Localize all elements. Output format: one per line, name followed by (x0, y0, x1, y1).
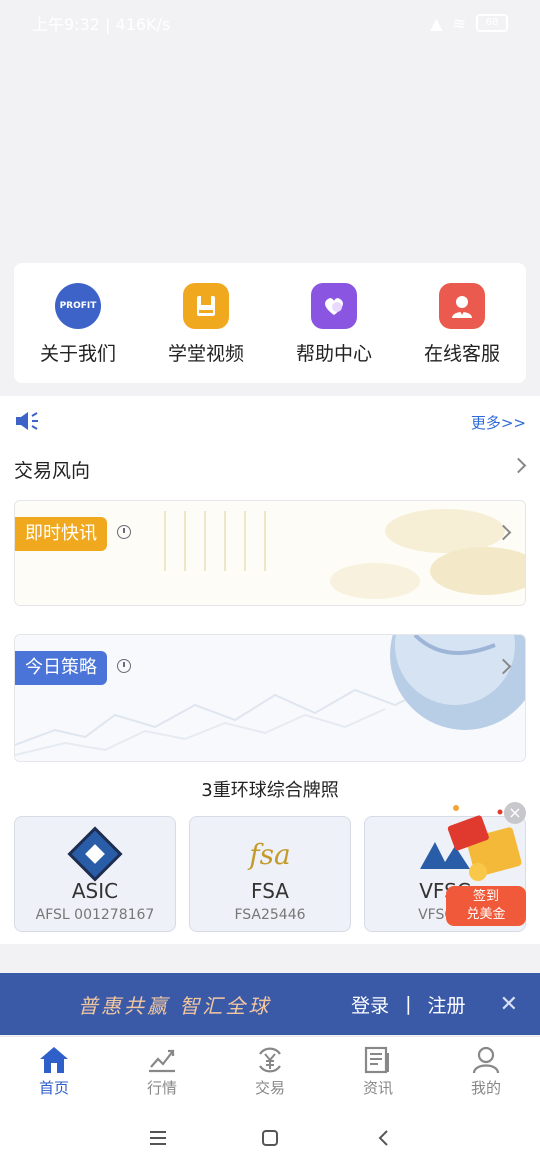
sign-in-label: 签到 兑美金 (446, 886, 526, 926)
license-section-title: 3重环球综合牌照 (201, 780, 339, 801)
wifi-icon: ≋ (452, 13, 466, 33)
fsa-logo-text: fsa (249, 837, 291, 871)
license-code: AFSL 001278167 (35, 907, 155, 923)
yen-exchange-icon (259, 1047, 281, 1073)
battery-icon: 68 (476, 14, 508, 32)
quick-link-online-service[interactable]: 在线客服 (398, 263, 526, 383)
notice-bar: 更多>> (0, 396, 540, 446)
flash-news-card[interactable]: 即时快讯 (14, 500, 526, 606)
daily-strategy-card[interactable]: 今日策略 (14, 634, 526, 762)
tab-label: 行情 (146, 1079, 177, 1097)
signal-icon: ▲ (430, 13, 443, 33)
tab-home[interactable]: 首页 (0, 1037, 108, 1107)
profit-logo-text: PROFIT (59, 301, 97, 311)
login-button[interactable]: 登录 (351, 991, 389, 1018)
quick-link-academy-video[interactable]: 学堂视频 (142, 263, 270, 383)
menu-icon[interactable] (148, 1128, 168, 1148)
flash-news-tag: 即时快讯 (15, 517, 107, 551)
more-link[interactable]: 更多>> (471, 412, 526, 433)
tab-label: 资讯 (362, 1079, 393, 1097)
bottom-tab-bar: 首页 行情 交易 资讯 我的 (0, 1036, 540, 1107)
daily-strategy-tag: 今日策略 (15, 651, 107, 685)
asic-logo-icon (15, 825, 175, 883)
quick-link-label: 学堂视频 (167, 343, 244, 365)
heart-chat-icon (311, 283, 357, 329)
quick-link-label: 帮助中心 (295, 343, 372, 365)
tab-label: 我的 (470, 1079, 501, 1097)
tab-label: 首页 (38, 1079, 69, 1097)
clock-icon (117, 659, 131, 673)
promo-separator: | (405, 993, 412, 1015)
tab-label: 交易 (254, 1079, 285, 1097)
quick-link-about-us[interactable]: PROFIT 关于我们 (14, 263, 142, 383)
clock-icon (117, 525, 131, 539)
quick-link-label: 在线客服 (423, 343, 500, 365)
system-nav-bar (0, 1106, 540, 1170)
status-bar: 上午9:32 | 416K/s ▲ ≋ 68 (0, 0, 540, 46)
home-icon (40, 1047, 68, 1073)
sign-in-text: 签到 (472, 889, 499, 904)
chevron-right-icon (510, 457, 527, 474)
license-code: FSA25446 (234, 907, 306, 923)
book-icon (183, 283, 229, 329)
close-icon[interactable]: × (504, 802, 526, 824)
home-square-icon[interactable] (260, 1128, 280, 1148)
slogan-text: 普惠共赢 智汇全球 (78, 993, 272, 1018)
status-time: 上午9:32 (32, 15, 100, 34)
trend-row[interactable]: 交易风向 (0, 446, 540, 488)
license-card-fsa[interactable]: fsa FSA FSA25446 (189, 816, 351, 932)
tab-news[interactable]: 资讯 (324, 1037, 432, 1107)
login-promo-bar: 普惠共赢 智汇全球 登录 | 注册 ✕ (0, 973, 540, 1035)
fsa-logo-icon: fsa (190, 825, 350, 883)
tab-profile[interactable]: 我的 (432, 1037, 540, 1107)
license-name: FSA (251, 879, 289, 903)
news-icon (364, 1046, 389, 1074)
tab-market[interactable]: 行情 (108, 1037, 216, 1107)
back-icon[interactable] (374, 1128, 394, 1148)
quick-link-label: 关于我们 (39, 343, 116, 365)
license-card-asic[interactable]: ASIC AFSL 001278167 (14, 816, 176, 932)
license-name: ASIC (71, 879, 119, 903)
register-button[interactable]: 注册 (428, 991, 466, 1018)
status-separator: | (105, 15, 116, 34)
trend-title: 交易风向 (14, 460, 91, 482)
chart-icon (149, 1049, 175, 1073)
customer-service-icon (439, 283, 485, 329)
quick-links-card: PROFIT 关于我们 学堂视频 帮助中心 在线客服 (14, 263, 526, 383)
speaker-icon (16, 412, 38, 430)
quick-link-help-center[interactable]: 帮助中心 (270, 263, 398, 383)
profit-logo-icon: PROFIT (55, 283, 101, 329)
sign-in-reward-badge[interactable]: × 签到 兑美金 (444, 802, 528, 928)
tab-trade[interactable]: 交易 (216, 1037, 324, 1107)
user-icon (472, 1046, 500, 1074)
status-speed: 416K/s (115, 15, 171, 34)
close-icon[interactable]: ✕ (500, 992, 518, 1017)
exchange-usd-text: 兑美金 (466, 907, 506, 922)
